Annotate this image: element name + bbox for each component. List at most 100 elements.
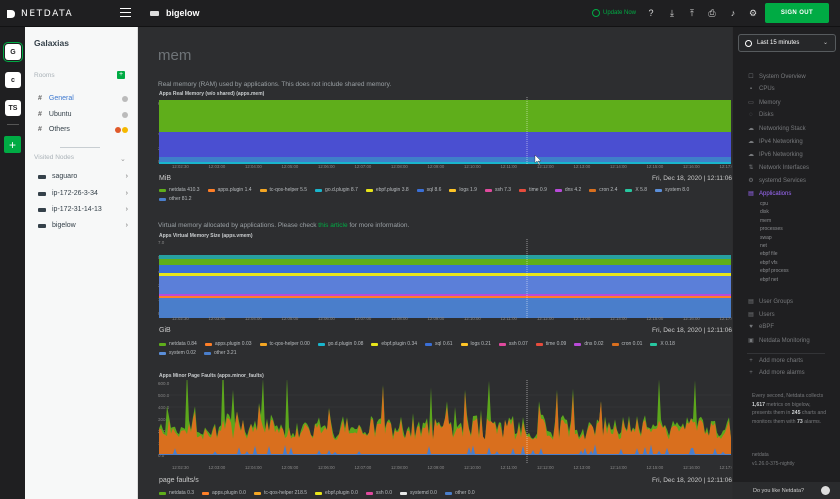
add-space-button[interactable]: + — [4, 136, 21, 153]
submenu-disk[interactable]: disk — [760, 209, 769, 215]
article-link[interactable]: this article — [318, 222, 347, 229]
legend-value: 0.08 — [353, 341, 364, 347]
legend-item-tc-qos-helper[interactable]: tc-qos-helper 218.5 — [253, 490, 307, 496]
menu-ebpf[interactable]: ♥ eBPF — [747, 324, 839, 330]
apps-minor-faults-chart[interactable]: 600.0 500.0 400.0 300.0 200.0 100.0 0.0 … — [138, 380, 732, 470]
legend-item-other[interactable]: other 81.2 — [159, 196, 192, 202]
visited-node-saguaro[interactable]: saguaro › — [38, 173, 128, 180]
netdata-logo[interactable]: NETDATA — [6, 8, 73, 20]
legend-item-system[interactable]: system 0.02 — [159, 350, 196, 356]
feedback-bar[interactable]: Do you like Netdata? — [733, 482, 840, 499]
legend-item-sql[interactable]: sql 8.6 — [416, 187, 441, 193]
menu-cpus[interactable]: ▪ CPUs — [747, 86, 839, 92]
legend-item-cron[interactable]: cron 0.01 — [611, 341, 642, 347]
print-icon[interactable]: ⎙ — [707, 8, 717, 18]
menu-ipv6-networking[interactable]: ☁ IPv6 Networking — [747, 151, 839, 159]
legend-item-sql[interactable]: sql 0.61 — [425, 341, 453, 347]
submenu-cpu[interactable]: cpu — [760, 201, 768, 207]
legend-item-netdata[interactable]: netdata 0.84 — [159, 341, 197, 347]
submenu-ebpf-process[interactable]: ebpf process — [760, 268, 789, 274]
menu-disks[interactable]: ◌ Disks — [747, 112, 839, 118]
legend-item-other[interactable]: other 0.0 — [444, 490, 475, 496]
menu-netdata-monitoring[interactable]: ▣ Netdata Monitoring — [747, 337, 839, 345]
legend-item-go-d-plugin[interactable]: go.d.plugin 0.08 — [317, 341, 364, 347]
legend-item-ssh[interactable]: ssh 0.0 — [365, 490, 392, 496]
room-general[interactable]: # General — [38, 95, 128, 102]
menu-divider — [747, 353, 825, 354]
legend-item-cron[interactable]: cron 2.4 — [589, 187, 617, 193]
legend-item-netdata[interactable]: netdata 410.3 — [159, 187, 200, 193]
legend-item-systemd[interactable]: systemd 0.0 — [399, 490, 437, 496]
legend-item-dns[interactable]: dns 4.2 — [554, 187, 581, 193]
submenu-ebpf-net[interactable]: ebpf net — [760, 277, 778, 283]
menu-add-more-charts[interactable]: + Add more charts — [747, 358, 839, 364]
menu-ipv4-networking[interactable]: ☁ IPv4 Networking — [747, 138, 839, 146]
legend-item-time[interactable]: time 0.9 — [519, 187, 547, 193]
x-tick-label: 12:02:30 — [172, 465, 189, 470]
help-icon[interactable]: ? — [646, 8, 656, 18]
legend-item-netdata[interactable]: netdata 0.3 — [159, 490, 194, 496]
github-icon[interactable] — [821, 486, 830, 495]
space-c[interactable]: c — [5, 72, 21, 88]
space-ts[interactable]: TS — [5, 100, 21, 116]
menu-user-groups[interactable]: ▤ User Groups — [747, 298, 839, 306]
legend-item-time[interactable]: time 0.09 — [535, 341, 566, 347]
legend-value: 0.18 — [665, 341, 675, 347]
menu-add-more-alarms[interactable]: + Add more alarms — [747, 370, 839, 376]
upload-icon[interactable]: ⤒ — [687, 8, 697, 18]
room-others[interactable]: # Others — [38, 126, 128, 133]
legend-item-logs[interactable]: logs 0.21 — [460, 341, 491, 347]
alarm-bell-icon[interactable]: ♪ — [728, 8, 738, 18]
legend-swatch — [399, 491, 407, 495]
submenu-swap[interactable]: swap — [760, 235, 772, 241]
legend-item-system[interactable]: system 8.0 — [655, 187, 689, 193]
x-tick-label: 12:06:00 — [318, 316, 335, 321]
legend-item-other[interactable]: other 3.21 — [203, 350, 237, 356]
legend-item-apps-plugin[interactable]: apps.plugin 0.03 — [204, 341, 252, 347]
legend-item-ebpf-plugin[interactable]: ebpf.plugin 0.0 — [315, 490, 358, 496]
submenu-ebpf-vfs[interactable]: ebpf vfs — [760, 260, 778, 266]
submenu-ebpf-file[interactable]: ebpf file — [760, 251, 778, 257]
collapse-chevron-icon[interactable]: ⌄ — [120, 155, 126, 163]
submenu-processes[interactable]: processes — [760, 226, 783, 232]
visited-node-ip-172-31-14-13[interactable]: ip-172-31-14-13 › — [38, 206, 128, 213]
space-g[interactable]: G — [2, 41, 24, 63]
legend-item-dns[interactable]: dns 0.02 — [574, 341, 604, 347]
legend-item-logs[interactable]: logs 1.9 — [449, 187, 477, 193]
settings-gear-icon[interactable]: ⚙ — [748, 8, 758, 18]
menu-system-overview[interactable]: ☐ System Overview — [747, 73, 839, 81]
submenu-net[interactable]: net — [760, 243, 767, 249]
legend-value: 1.9 — [470, 187, 477, 193]
menu-users[interactable]: ▤ Users — [747, 311, 839, 319]
room-ubuntu[interactable]: # Ubuntu — [38, 111, 128, 118]
legend-item-ssh[interactable]: ssh 0.07 — [498, 341, 528, 347]
update-now-button[interactable]: Update Now — [592, 9, 636, 17]
legend-item-tc-qos-helper[interactable]: tc-qos-helper 5.5 — [259, 187, 307, 193]
legend-item-apps-plugin[interactable]: apps.plugin 0.0 — [202, 490, 246, 496]
sign-out-button[interactable]: SIGN OUT — [765, 3, 829, 23]
menu-memory[interactable]: ▭ Memory — [747, 99, 839, 107]
legend-item-apps-plugin[interactable]: apps.plugin 1.4 — [207, 187, 252, 193]
legend-item-ebpf-plugin[interactable]: ebpf.plugin 3.8 — [365, 187, 409, 193]
visited-node-ip-172-26-3-34[interactable]: ip-172-26-3-34 › — [38, 190, 128, 197]
hamburger-menu-icon[interactable] — [120, 8, 131, 17]
legend-item-tc-qos-helper[interactable]: tc-qos-helper 0.00 — [259, 341, 310, 347]
legend-item-x[interactable]: X 0.18 — [650, 341, 675, 347]
legend-item-go-d-plugin[interactable]: go.d.plugin 8.7 — [315, 187, 358, 193]
apps-mem-chart[interactable]: 600.0 400.0 200.0 0.0 12:02:3012:03:0012… — [138, 97, 732, 169]
apps-vmem-chart[interactable]: 7.0 5.6 4.2 2.8 1.4 0.0 12:02:3012:03:00… — [138, 239, 732, 321]
visited-node-bigelow[interactable]: bigelow › — [38, 222, 128, 229]
menu-networking-stack[interactable]: ☁ Networking Stack — [747, 125, 839, 133]
download-icon[interactable]: ⤓ — [667, 8, 677, 18]
x-tick-label: 12:08:00 — [391, 164, 408, 169]
menu-systemd-services[interactable]: ⚙ systemd Services — [747, 177, 839, 185]
legend-item-ssh[interactable]: ssh 7.3 — [484, 187, 511, 193]
legend-item-ebpf-plugin[interactable]: ebpf.plugin 0.34 — [371, 341, 417, 347]
legend-item-x[interactable]: X 5.8 — [625, 187, 647, 193]
submenu-mem[interactable]: mem — [760, 218, 771, 224]
add-room-button[interactable]: + — [117, 71, 125, 79]
menu-network-interfaces[interactable]: ⇅ Network Interfaces — [747, 164, 839, 172]
legend-swatch — [365, 491, 373, 495]
time-range-picker[interactable]: Last 15 minutes ⌄ — [738, 34, 836, 52]
menu-applications[interactable]: ▤ Applications — [747, 190, 839, 198]
